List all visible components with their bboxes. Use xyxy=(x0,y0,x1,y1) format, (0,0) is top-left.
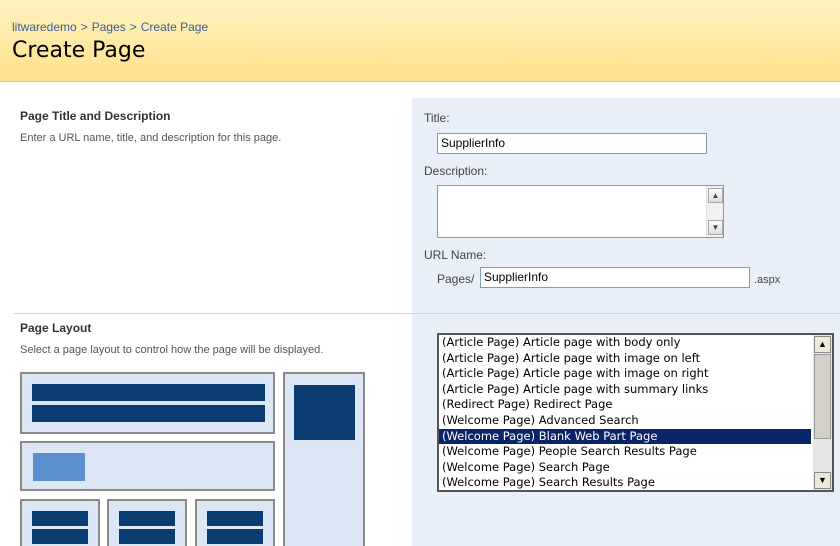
section-description-title-description: Enter a URL name, title, and description… xyxy=(20,132,282,144)
down-arrow-icon[interactable]: ▼ xyxy=(814,472,831,489)
layout-block xyxy=(119,529,175,544)
page-layout-option[interactable]: (Article Page) Article page with summary… xyxy=(439,382,811,398)
page-title: Create Page xyxy=(12,38,146,63)
page-layout-option[interactable]: (Welcome Page) Search Results Page xyxy=(439,475,811,490)
section-description-page-layout: Select a page layout to control how the … xyxy=(20,344,324,356)
layout-block xyxy=(294,385,355,440)
url-name-input[interactable]: SupplierInfo xyxy=(480,267,750,288)
page-layout-option[interactable]: (Article Page) Article page with body on… xyxy=(439,335,811,351)
page-layout-option[interactable]: (Welcome Page) People Search Results Pag… xyxy=(439,444,811,460)
listbox-scrollbar[interactable]: ▲ ▼ xyxy=(813,335,832,490)
layout-preview-right-zone xyxy=(283,372,365,546)
breadcrumb-pages-link[interactable]: Pages xyxy=(92,20,126,34)
breadcrumb-separator: > xyxy=(129,20,137,34)
section-heading-title-description: Page Title and Description xyxy=(20,109,171,123)
description-scrollbar[interactable]: ▲ ▼ xyxy=(706,186,723,237)
up-arrow-icon[interactable]: ▲ xyxy=(708,188,723,203)
page-layout-option[interactable]: (Welcome Page) Blank Web Part Page xyxy=(439,428,811,445)
layout-block xyxy=(32,384,265,401)
layout-preview-header-zone xyxy=(20,372,275,434)
page-layout-option[interactable]: (Article Page) Article page with image o… xyxy=(439,351,811,367)
page-layout-options: (Article Page) Article page with body on… xyxy=(439,335,832,490)
section-divider xyxy=(14,313,840,314)
layout-preview-column-zone xyxy=(195,499,275,546)
layout-block xyxy=(32,405,265,422)
scrollbar-thumb[interactable] xyxy=(814,354,831,439)
layout-preview-column-zone xyxy=(107,499,187,546)
layout-image-block xyxy=(33,453,85,481)
page-header: litwaredemo > Pages > Create Page Create Pag… xyxy=(0,0,840,82)
breadcrumb-current: Create Page xyxy=(140,20,209,34)
down-arrow-icon[interactable]: ▼ xyxy=(708,220,723,235)
page-layout-option[interactable]: (Welcome Page) Search Page xyxy=(439,460,811,476)
layout-block xyxy=(32,529,88,544)
section-heading-page-layout: Page Layout xyxy=(20,321,92,335)
layout-block xyxy=(207,529,263,544)
url-prefix: Pages/ xyxy=(437,272,475,286)
url-name-label: URL Name: xyxy=(424,248,487,262)
layout-preview-image-zone xyxy=(20,441,275,491)
page-layout-option[interactable]: (Redirect Page) Redirect Page xyxy=(439,397,811,413)
layout-preview-column-zone xyxy=(20,499,100,546)
url-suffix: .aspx xyxy=(754,274,781,286)
title-input[interactable]: SupplierInfo xyxy=(437,133,707,154)
breadcrumb-separator: > xyxy=(80,20,88,34)
page-layout-option[interactable]: (Article Page) Article page with image o… xyxy=(439,366,811,382)
breadcrumb-site-link[interactable]: litwaredemo xyxy=(12,20,77,34)
description-textarea[interactable]: ▲ ▼ xyxy=(437,185,724,238)
layout-block xyxy=(119,511,175,526)
layout-block xyxy=(32,511,88,526)
title-label: Title: xyxy=(424,111,450,125)
page-layout-listbox[interactable]: (Article Page) Article page with body on… xyxy=(437,333,834,492)
description-label: Description: xyxy=(424,164,488,178)
layout-block xyxy=(207,511,263,526)
up-arrow-icon[interactable]: ▲ xyxy=(814,336,831,353)
breadcrumb: litwaredemo > Pages > Create Page xyxy=(12,20,208,34)
page-layout-option[interactable]: (Welcome Page) Advanced Search xyxy=(439,413,811,429)
